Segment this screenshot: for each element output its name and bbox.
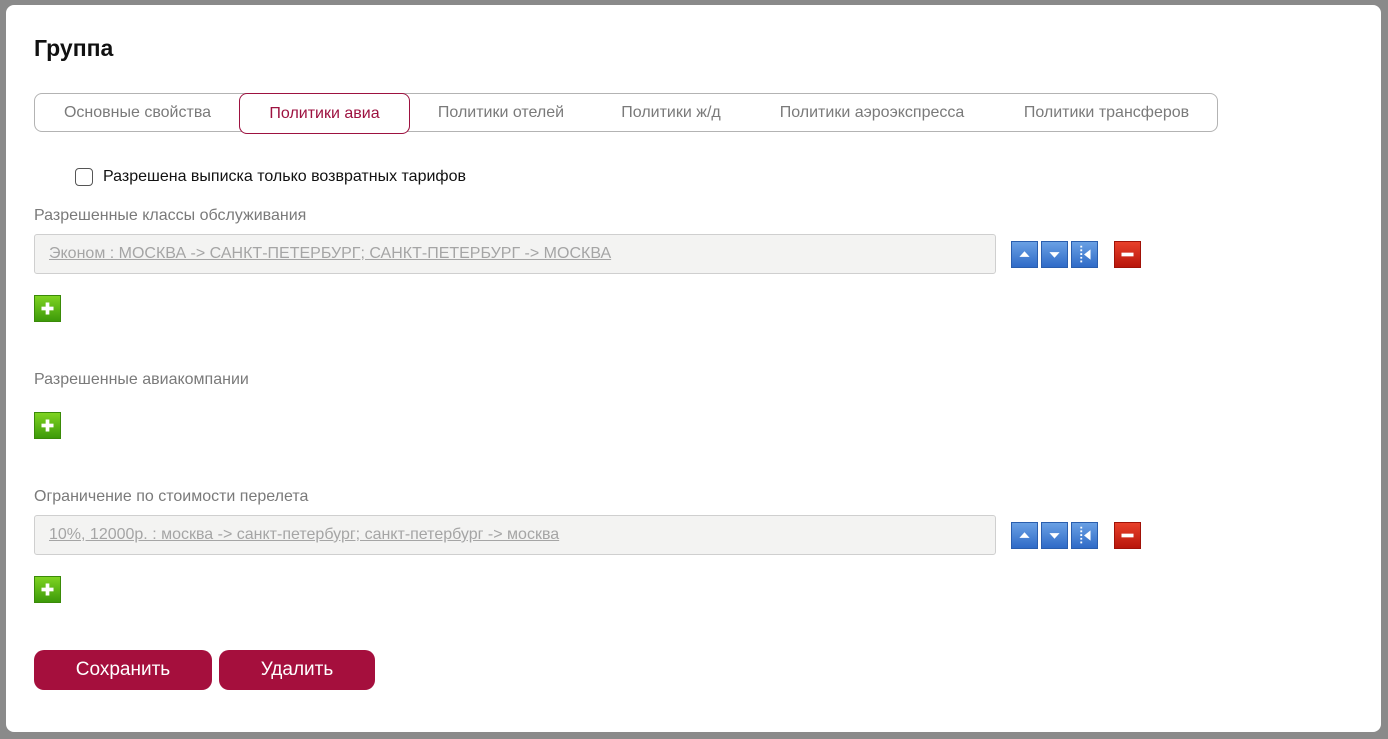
refundable-only-checkbox[interactable] — [75, 168, 93, 186]
tab-aeroexpress-policies[interactable]: Политики аэроэкспресса — [761, 93, 983, 134]
service-class-item[interactable]: Эконом : МОСКВА -> САНКТ-ПЕТЕРБУРГ; САНК… — [34, 234, 996, 274]
airlines-label: Разрешенные авиакомпании — [34, 371, 249, 388]
price-limit-item[interactable]: 10%, 12000р. : москва -> санкт-петербург… — [34, 515, 996, 555]
save-button[interactable]: Сохранить — [34, 650, 212, 690]
tab-rail-policies[interactable]: Политики ж/д — [602, 93, 740, 134]
add-price-limit-button[interactable] — [34, 576, 61, 603]
plus-icon — [41, 419, 54, 432]
refundable-only-row: Разрешена выписка только возвратных тари… — [75, 166, 466, 188]
page-title: Группа — [34, 35, 114, 61]
price-limit-label: Ограничение по стоимости перелета — [34, 488, 309, 505]
service-classes-label: Разрешенные классы обслуживания — [34, 207, 307, 224]
add-airline-button[interactable] — [34, 412, 61, 439]
group-dialog: Группа Основные свойства Политики авиа П… — [6, 5, 1381, 732]
minus-icon — [1121, 252, 1134, 257]
move-down-button[interactable] — [1041, 241, 1068, 268]
tab-hotel-policies[interactable]: Политики отелей — [417, 93, 585, 134]
arrow-up-icon — [1019, 251, 1030, 257]
move-up-button[interactable] — [1011, 241, 1038, 268]
tab-air-policies[interactable]: Политики авиа — [239, 93, 410, 134]
plus-icon — [41, 583, 54, 596]
insert-icon — [1080, 245, 1091, 264]
tab-basic-properties[interactable]: Основные свойства — [35, 93, 240, 134]
move-up-button[interactable] — [1011, 522, 1038, 549]
remove-button[interactable] — [1114, 522, 1141, 549]
insert-icon — [1080, 526, 1091, 545]
arrow-down-icon — [1049, 252, 1060, 258]
remove-button[interactable] — [1114, 241, 1141, 268]
plus-icon — [41, 302, 54, 315]
arrow-down-icon — [1049, 533, 1060, 539]
delete-button[interactable]: Удалить — [219, 650, 375, 690]
refundable-only-label[interactable]: Разрешена выписка только возвратных тари… — [103, 168, 466, 186]
tab-bar: Основные свойства Политики авиа Политики… — [34, 93, 1218, 134]
arrow-up-icon — [1019, 532, 1030, 538]
insert-button[interactable] — [1071, 241, 1098, 268]
insert-button[interactable] — [1071, 522, 1098, 549]
minus-icon — [1121, 533, 1134, 538]
add-service-class-button[interactable] — [34, 295, 61, 322]
tab-transfer-policies[interactable]: Политики трансферов — [1004, 93, 1209, 134]
move-down-button[interactable] — [1041, 522, 1068, 549]
